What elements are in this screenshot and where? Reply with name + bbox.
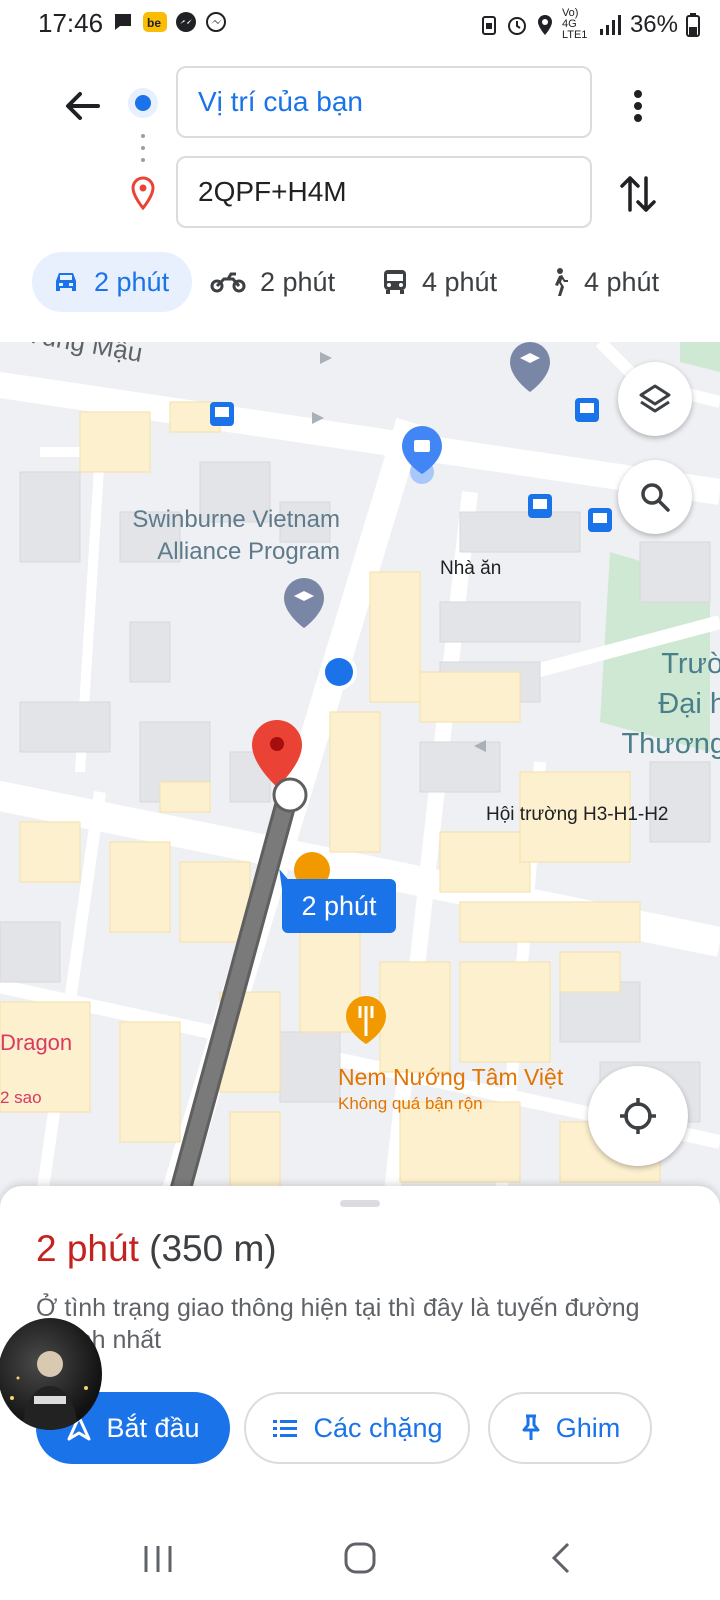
origin-dot-icon xyxy=(128,88,158,118)
poi-label-nem-nuong[interactable]: Nem Nướng Tâm Việt xyxy=(338,1064,563,1091)
search-icon xyxy=(641,483,670,512)
layers-button[interactable] xyxy=(618,362,692,436)
mode-transit-label: 4 phút xyxy=(422,266,498,297)
home-icon[interactable] xyxy=(336,1536,384,1580)
back-arrow-icon[interactable] xyxy=(58,82,106,130)
network-label: Vo) 4G LTE1 xyxy=(561,7,588,41)
sheet-drag-handle[interactable] xyxy=(340,1200,380,1207)
mode-motorbike-label: 2 phút xyxy=(260,266,336,297)
lock-battery-icon xyxy=(481,15,496,35)
avatar-image xyxy=(10,1351,88,1430)
poi-label-sao: 2 sao xyxy=(0,1088,42,1107)
map-search-button[interactable] xyxy=(618,460,692,534)
battery-icon xyxy=(686,12,700,37)
car-icon xyxy=(56,273,76,291)
location-icon xyxy=(537,14,552,35)
mode-car-label: 2 phút xyxy=(94,266,170,297)
signal-icon xyxy=(599,14,621,35)
poi-label-hoi-truong[interactable]: Hội trường H3-H1-H2 xyxy=(486,804,669,826)
recent-apps-icon[interactable] xyxy=(134,1536,182,1580)
swap-icon[interactable] xyxy=(616,170,660,218)
poi-label-swinburne[interactable]: Swinburne Vietnam Alliance Program xyxy=(100,504,340,568)
messenger-outline-icon xyxy=(206,12,226,32)
route-summary: 2 phút (350 m) xyxy=(36,1228,277,1270)
start-button-label: Bắt đầu xyxy=(106,1412,200,1443)
origin-input[interactable]: Vị trí của bạn xyxy=(176,66,592,138)
destination-input[interactable]: 2QPF+H4M xyxy=(176,156,592,228)
pin-button-label: Ghim xyxy=(555,1412,621,1443)
poi-label-truong[interactable]: Trườ Đại h Thương xyxy=(616,644,720,764)
bus-icon xyxy=(384,270,406,294)
route-dots-icon xyxy=(141,134,145,166)
floating-avatar[interactable] xyxy=(0,1318,102,1430)
more-options-icon[interactable] xyxy=(618,82,658,130)
mode-motorbike-tab[interactable]: 2 phút xyxy=(210,252,350,312)
be-app-icon: be xyxy=(143,12,167,32)
my-location-icon xyxy=(620,1098,656,1134)
map-view[interactable]: Tùng Mậu Swinburne Vietnam Alliance Prog… xyxy=(0,342,720,1210)
mode-transit-tab[interactable]: 4 phút xyxy=(382,252,512,312)
status-bar: 17:46 be Vo) 4G LTE1 36% xyxy=(0,0,720,46)
route-distance: (350 m) xyxy=(149,1228,277,1269)
alarm-icon xyxy=(507,16,526,35)
route-time: 2 phút xyxy=(36,1228,139,1269)
battery-percent: 36% xyxy=(629,10,678,38)
poi-label-dragon[interactable]: Dragon xyxy=(0,1030,72,1056)
route-duration-chip[interactable]: 2 phút xyxy=(282,879,396,933)
directions-header: Vị trí của bạn 2QPF+H4M 2 phút 2 phút 4 … xyxy=(0,46,720,342)
mode-walk-tab[interactable]: 4 phút xyxy=(548,252,678,312)
poi-label-nha-an[interactable]: Nhà ăn xyxy=(440,558,501,580)
mode-car-tab[interactable]: 2 phút xyxy=(32,252,192,312)
pin-icon xyxy=(522,1414,540,1440)
route-start-node-icon xyxy=(272,777,308,813)
list-icon xyxy=(273,1420,298,1437)
system-back-icon[interactable] xyxy=(538,1536,586,1580)
status-time: 17:46 xyxy=(38,8,104,38)
poi-label-nem-status: Không quá bận rộn xyxy=(338,1094,483,1113)
route-summary-sheet[interactable]: 2 phút (350 m) Ở tình trạng giao thông h… xyxy=(0,1186,720,1516)
walk-icon xyxy=(555,268,568,296)
layers-icon xyxy=(639,384,671,413)
chat-bubble-icon xyxy=(115,14,131,30)
messenger-icon xyxy=(176,12,196,32)
route-description: Ở tình trạng giao thông hiện tại thì đây… xyxy=(36,1294,640,1354)
my-location-button[interactable] xyxy=(588,1066,688,1166)
status-icons: Vo) 4G LTE1 36% xyxy=(480,8,700,41)
steps-button-label: Các chặng xyxy=(313,1412,443,1443)
steps-button[interactable]: Các chặng xyxy=(244,1392,470,1464)
motorbike-icon xyxy=(210,272,246,293)
pin-button[interactable]: Ghim xyxy=(488,1392,652,1464)
mode-walk-label: 4 phút xyxy=(584,266,660,297)
destination-pin-icon xyxy=(131,176,155,210)
system-nav-bar xyxy=(0,1516,720,1600)
svg-text:be: be xyxy=(147,16,161,30)
